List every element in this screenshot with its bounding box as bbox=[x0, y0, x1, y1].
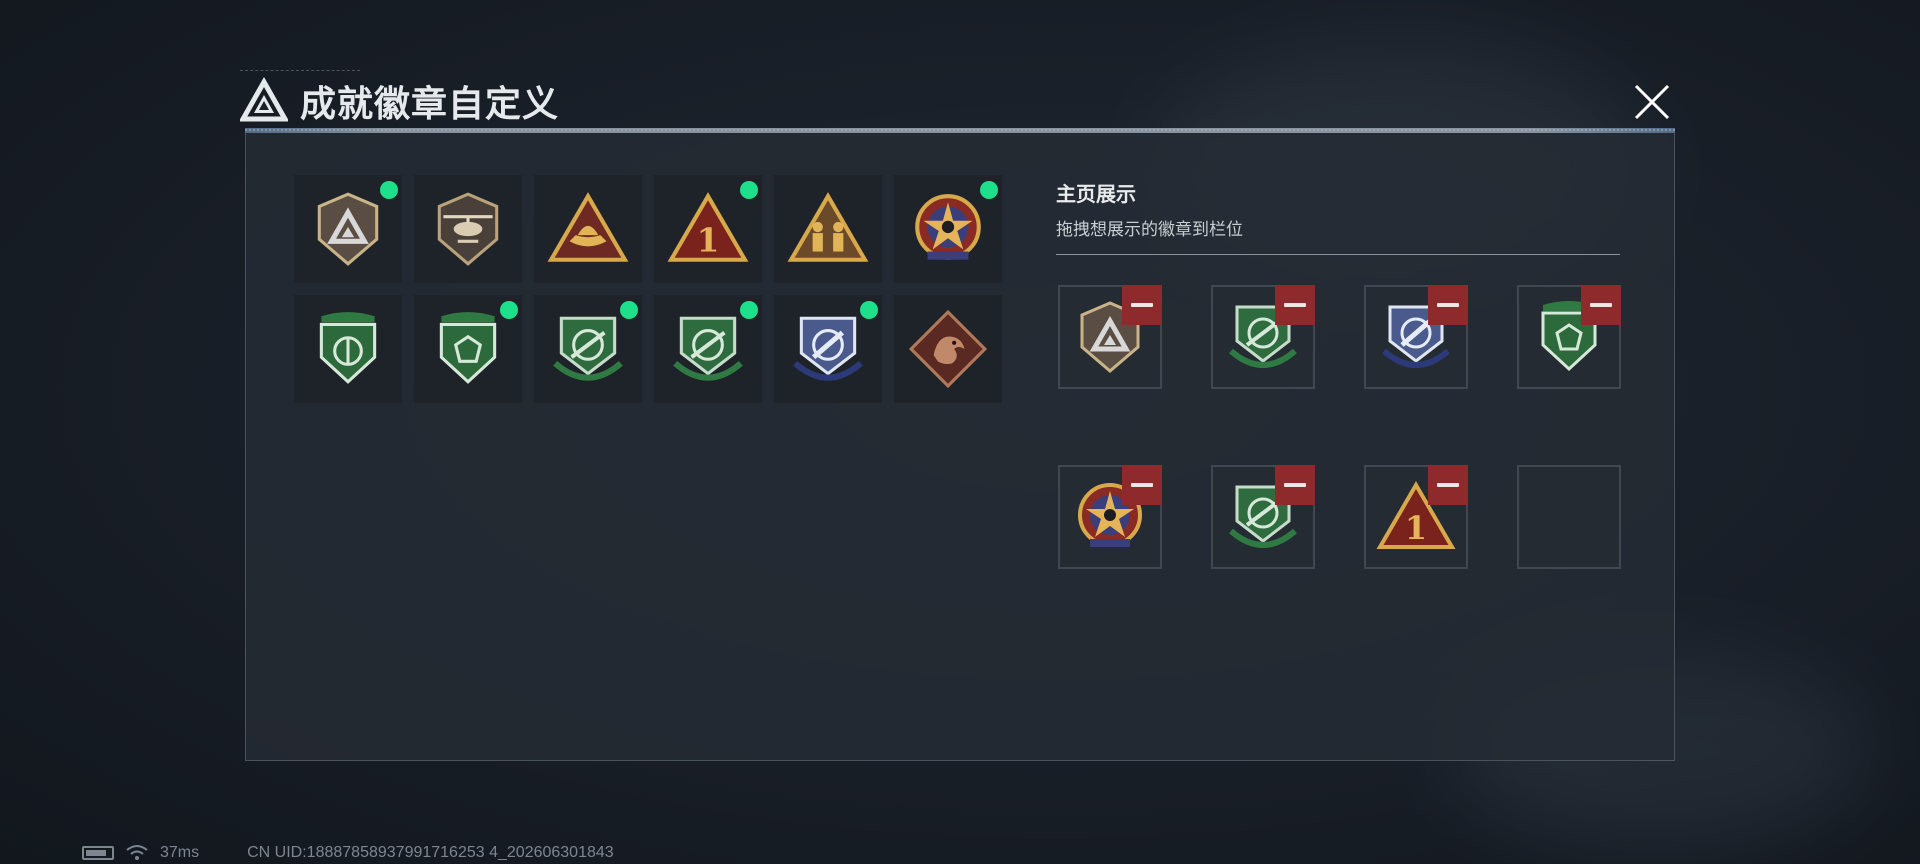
badge-collection: 1 bbox=[294, 175, 1002, 403]
remove-badge-button[interactable] bbox=[1275, 465, 1315, 505]
selected-indicator bbox=[740, 301, 758, 319]
battery-icon bbox=[82, 846, 114, 860]
soldiers-triangle-badge-icon bbox=[787, 192, 869, 262]
remove-badge-button[interactable] bbox=[1581, 285, 1621, 325]
status-bar: 37ms CN UID:18887858937991716253 4_20260… bbox=[82, 842, 614, 864]
remove-badge-button[interactable] bbox=[1428, 465, 1468, 505]
dialog-header: 成就徽章自定义 bbox=[240, 70, 559, 132]
minus-icon bbox=[1590, 303, 1612, 307]
badge-panel: 1 主页展示 拖拽想展示的徽章到栏位 1 bbox=[245, 133, 1675, 761]
selected-indicator bbox=[980, 181, 998, 199]
selected-indicator bbox=[740, 181, 758, 199]
badge-cell[interactable] bbox=[414, 295, 522, 403]
badge-cell[interactable]: 1 bbox=[654, 175, 762, 283]
selected-indicator bbox=[380, 181, 398, 199]
remove-badge-button[interactable] bbox=[1122, 285, 1162, 325]
minus-icon bbox=[1131, 303, 1153, 307]
minus-icon bbox=[1284, 303, 1306, 307]
number-one-triangle-badge-icon: 1 bbox=[667, 192, 749, 262]
minus-icon bbox=[1437, 303, 1459, 307]
hat-triangle-badge-icon bbox=[547, 192, 629, 262]
close-button[interactable] bbox=[1628, 78, 1676, 126]
close-icon bbox=[1634, 84, 1670, 120]
showcase-slot[interactable] bbox=[1211, 465, 1315, 569]
showcase-slot[interactable] bbox=[1058, 285, 1162, 389]
showcase-slot[interactable] bbox=[1058, 465, 1162, 569]
badge-cell[interactable] bbox=[894, 295, 1002, 403]
showcase-slots: 1 bbox=[1058, 285, 1621, 569]
badge-cell[interactable] bbox=[774, 175, 882, 283]
selected-indicator bbox=[620, 301, 638, 319]
showcase-header: 主页展示 拖拽想展示的徽章到栏位 bbox=[1056, 178, 1620, 255]
badge-cell[interactable] bbox=[894, 175, 1002, 283]
wifi-icon bbox=[126, 845, 148, 860]
badge-cell[interactable] bbox=[774, 295, 882, 403]
svg-text:1: 1 bbox=[1405, 509, 1427, 547]
star-emblem-badge-icon bbox=[915, 194, 981, 260]
helicopter-badge-icon bbox=[437, 192, 499, 266]
minus-icon bbox=[1131, 483, 1153, 487]
remove-badge-button[interactable] bbox=[1122, 465, 1162, 505]
triangle-logo-shield-icon bbox=[317, 192, 379, 266]
selected-indicator bbox=[500, 301, 518, 319]
badge-cell[interactable] bbox=[294, 175, 402, 283]
badge-cell[interactable] bbox=[534, 175, 642, 283]
green-crosshair-rifle-badge-icon bbox=[553, 316, 623, 381]
triangle-logo-icon bbox=[240, 77, 288, 122]
minus-icon bbox=[1284, 483, 1306, 487]
remove-badge-button[interactable] bbox=[1275, 285, 1315, 325]
blue-crosshair-knife-badge-icon bbox=[793, 316, 863, 381]
svg-text:1: 1 bbox=[697, 221, 720, 260]
showcase-title: 主页展示 bbox=[1056, 182, 1136, 206]
green-crosshair-rifle-badge-2-icon bbox=[673, 316, 743, 381]
badge-cell[interactable] bbox=[414, 175, 522, 283]
dialog-title: 成就徽章自定义 bbox=[300, 84, 560, 125]
remove-badge-button[interactable] bbox=[1428, 285, 1468, 325]
green-gem-shield-badge-icon bbox=[439, 312, 497, 384]
showcase-slot[interactable] bbox=[1211, 285, 1315, 389]
minus-icon bbox=[1437, 483, 1459, 487]
showcase-slot[interactable] bbox=[1364, 285, 1468, 389]
dragon-diamond-badge-icon bbox=[908, 309, 988, 389]
green-shield-emblem-badge-icon bbox=[319, 312, 377, 384]
showcase-slot-empty[interactable] bbox=[1517, 465, 1621, 569]
showcase-slot[interactable] bbox=[1517, 285, 1621, 389]
showcase-subtitle: 拖拽想展示的徽章到栏位 bbox=[1056, 220, 1243, 240]
uid-text: CN UID:18887858937991716253 4_2026063018… bbox=[247, 844, 614, 861]
badge-cell[interactable] bbox=[654, 295, 762, 403]
showcase-slot[interactable]: 1 bbox=[1364, 465, 1468, 569]
badge-cell[interactable] bbox=[294, 295, 402, 403]
selected-indicator bbox=[860, 301, 878, 319]
latency-text: 37ms bbox=[160, 844, 200, 861]
showcase-divider bbox=[1056, 254, 1620, 255]
badge-cell[interactable] bbox=[534, 295, 642, 403]
